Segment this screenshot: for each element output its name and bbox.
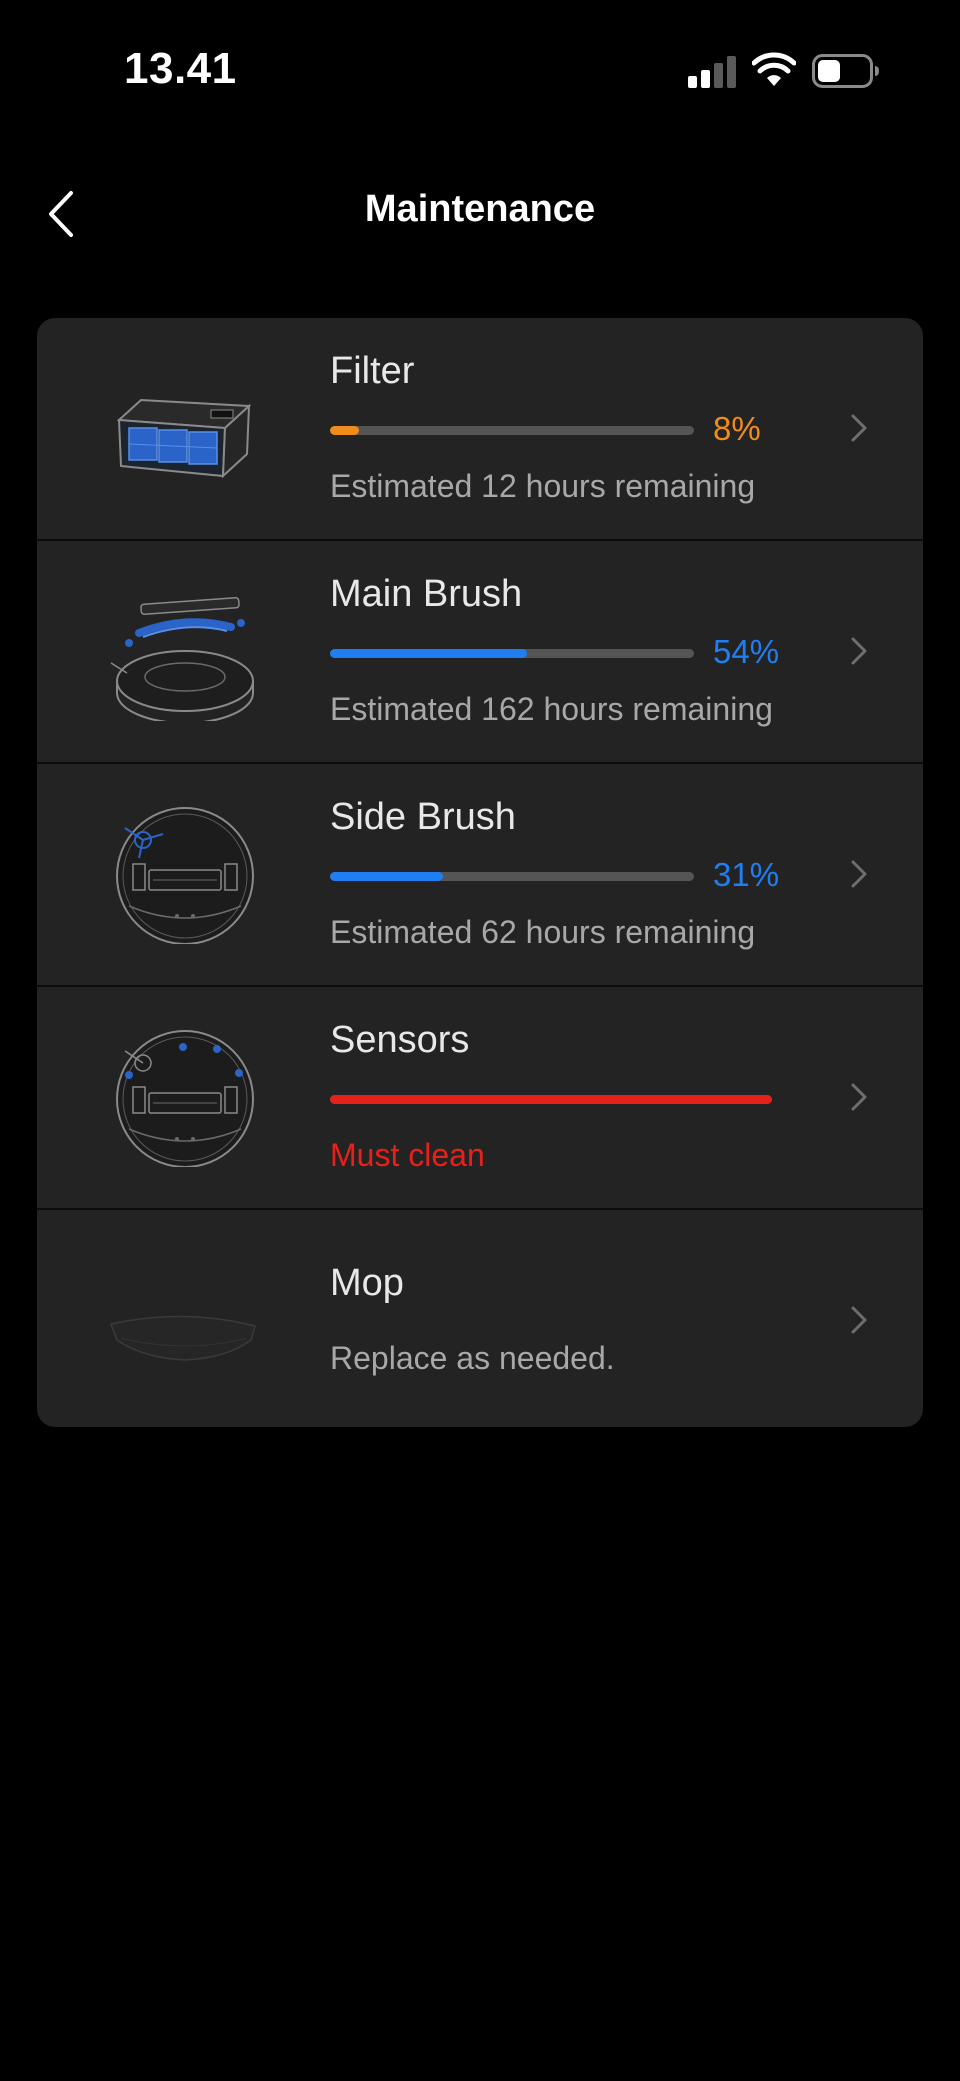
maintenance-item-main-brush[interactable]: Main Brush 54% Estimated 162 hours remai…: [37, 541, 923, 764]
chevron-right-icon: [851, 637, 867, 665]
progress-fill: [330, 649, 527, 658]
progress-bar: [330, 872, 694, 881]
chevron-right-icon: [851, 860, 867, 888]
progress-bar: [330, 649, 694, 658]
nav-header: Maintenance: [0, 170, 960, 254]
replacement-note: Replace as needed.: [330, 1340, 615, 1376]
maintenance-list: Filter 8% Estimated 12 hours remaining M…: [37, 318, 923, 1427]
remaining-estimate: Estimated 162 hours remaining: [330, 691, 773, 727]
battery-icon: [812, 54, 879, 88]
remaining-estimate: Estimated 12 hours remaining: [330, 468, 756, 504]
progress-bar: [330, 1095, 772, 1104]
cellular-signal-icon: [688, 56, 738, 88]
mop-image: [109, 1315, 256, 1361]
chevron-right-icon: [851, 414, 867, 442]
maintenance-item-sensors[interactable]: Sensors Must clean: [37, 987, 923, 1210]
progress-bar: [330, 426, 694, 435]
filter-image: [116, 398, 252, 479]
sensors-image: [116, 1030, 254, 1167]
progress-percent: 54%: [713, 633, 780, 670]
progress-fill: [330, 872, 443, 881]
maintenance-item-mop[interactable]: Mop Replace as needed.: [37, 1210, 923, 1427]
status-time: 13.41: [124, 44, 237, 93]
page-title: Maintenance: [364, 188, 596, 230]
item-title: Mop: [330, 1262, 404, 1304]
chevron-right-icon: [851, 1306, 867, 1334]
progress-percent: 8%: [713, 410, 761, 447]
progress-fill: [330, 1095, 772, 1104]
item-title: Sensors: [330, 1019, 470, 1061]
side-brush-image: [116, 807, 254, 944]
chevron-right-icon: [851, 1083, 867, 1111]
status-warning: Must clean: [330, 1137, 485, 1173]
maintenance-item-filter[interactable]: Filter 8% Estimated 12 hours remaining: [37, 318, 923, 541]
wifi-icon: [752, 52, 796, 86]
item-title: Filter: [330, 350, 415, 392]
maintenance-item-side-brush[interactable]: Side Brush 31% Estimated 62 hours remain…: [37, 764, 923, 987]
progress-percent: 31%: [713, 856, 780, 893]
item-title: Main Brush: [330, 573, 523, 615]
item-title: Side Brush: [330, 796, 516, 838]
status-bar: 13.41: [0, 0, 960, 140]
main-brush-image: [110, 597, 254, 721]
progress-fill: [330, 426, 360, 435]
remaining-estimate: Estimated 62 hours remaining: [330, 914, 756, 950]
